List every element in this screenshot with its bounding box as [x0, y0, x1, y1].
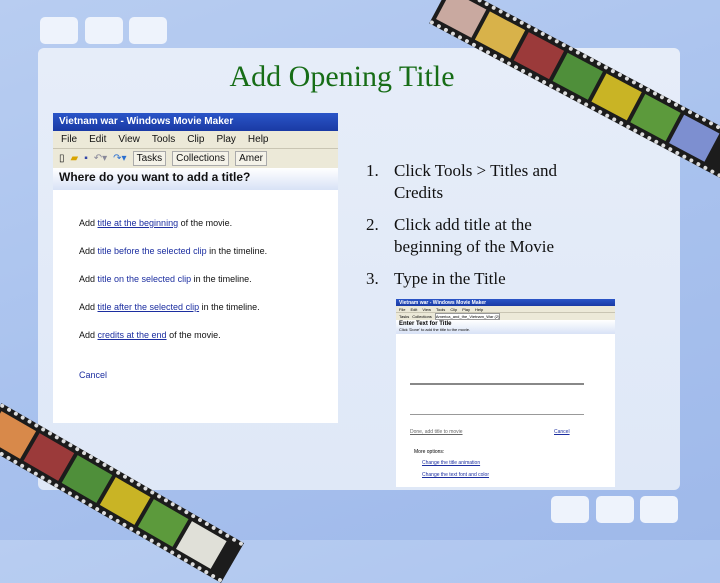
menu-tools[interactable]: Tools [436, 307, 445, 312]
option-beginning: Add title at the beginning of the movie. [79, 218, 233, 228]
collections-button[interactable]: Collections [412, 314, 432, 319]
collection-dropdown[interactable]: America_and_the_Vietnam_War (2) [434, 313, 501, 320]
decor-square [551, 496, 589, 523]
option-before: Add title before the selected clip in th… [79, 246, 268, 256]
menu-help[interactable]: Help [248, 134, 269, 145]
menu-tools[interactable]: Tools [152, 134, 175, 145]
menu-bar: File Edit View Tools Clip Play Help [53, 131, 338, 148]
undo-icon[interactable]: ↶▾ [94, 153, 107, 164]
more-options-label: More options: [414, 449, 445, 455]
menu-play[interactable]: Play [462, 307, 470, 312]
change-font-link[interactable]: Change the text font and color [422, 472, 489, 478]
menu-edit[interactable]: Edit [410, 307, 417, 312]
slide-title: Add Opening Title [229, 60, 455, 93]
step-item: 3. Type in the Title [366, 269, 506, 288]
option-on: Add title on the selected clip in the ti… [79, 274, 252, 284]
link-title-after[interactable]: title after the selected clip [98, 302, 200, 312]
collections-button[interactable]: Collections [172, 151, 230, 166]
menu-file[interactable]: File [61, 134, 77, 145]
screenshot-enter-title: Vietnam war - Windows Movie Maker File E… [396, 299, 615, 487]
toolbar: Tasks Collections America_and_the_Vietna… [396, 312, 615, 320]
link-credits[interactable]: credits at the end [98, 330, 167, 340]
toolbar: ▯ ▰ ▪ ↶▾ ↷▾ Tasks Collections Amer [53, 148, 338, 168]
link-title-on[interactable]: title on the selected clip [98, 274, 192, 284]
menu-clip[interactable]: Clip [187, 134, 204, 145]
decor-square [85, 17, 123, 44]
menu-file[interactable]: File [399, 307, 405, 312]
decor-square [40, 17, 78, 44]
option-after: Add title after the selected clip in the… [79, 302, 260, 312]
dialog-heading: Where do you want to add a title? [53, 168, 338, 190]
window-title: Vietnam war - Windows Movie Maker [53, 113, 338, 131]
step-item: 2. Click add title at the beginning of t… [366, 215, 555, 256]
done-link[interactable]: Done, add title to movie [410, 429, 463, 435]
redo-icon[interactable]: ↷▾ [113, 153, 126, 164]
option-credits: Add credits at the end of the movie. [79, 330, 221, 340]
steps-list: 1. Click Tools > Titles and Credits 2. Cl… [366, 160, 596, 300]
change-animation-link[interactable]: Change the title animation [422, 460, 480, 466]
tasks-button[interactable]: Tasks [399, 314, 409, 319]
subtitle-text-input[interactable] [410, 387, 584, 415]
dialog-heading: Enter Text for Title Click 'Done' to add … [396, 320, 615, 334]
menu-play[interactable]: Play [216, 134, 235, 145]
decor-square [129, 17, 167, 44]
screenshot-add-title: Vietnam war - Windows Movie Maker File E… [53, 113, 338, 423]
new-icon[interactable]: ▯ [59, 153, 65, 164]
link-title-before[interactable]: title before the selected clip [98, 246, 207, 256]
cancel-link[interactable]: Cancel [79, 370, 338, 398]
decor-square [640, 496, 678, 523]
cancel-link[interactable]: Cancel [554, 429, 570, 435]
window-title: Vietnam war - Windows Movie Maker [396, 299, 615, 306]
decor-square [596, 496, 634, 523]
title-text-input[interactable] [410, 357, 584, 385]
menu-edit[interactable]: Edit [89, 134, 106, 145]
save-icon[interactable]: ▪ [84, 153, 88, 164]
menu-help[interactable]: Help [475, 307, 483, 312]
link-title-beginning[interactable]: title at the beginning [98, 218, 179, 228]
collection-dropdown[interactable]: Amer [235, 151, 267, 166]
menu-clip[interactable]: Clip [450, 307, 457, 312]
menu-view[interactable]: View [422, 307, 431, 312]
open-icon[interactable]: ▰ [71, 153, 79, 164]
step-item: 1. Click Tools > Titles and Credits [366, 161, 558, 202]
menu-view[interactable]: View [118, 134, 140, 145]
tasks-button[interactable]: Tasks [132, 151, 167, 166]
